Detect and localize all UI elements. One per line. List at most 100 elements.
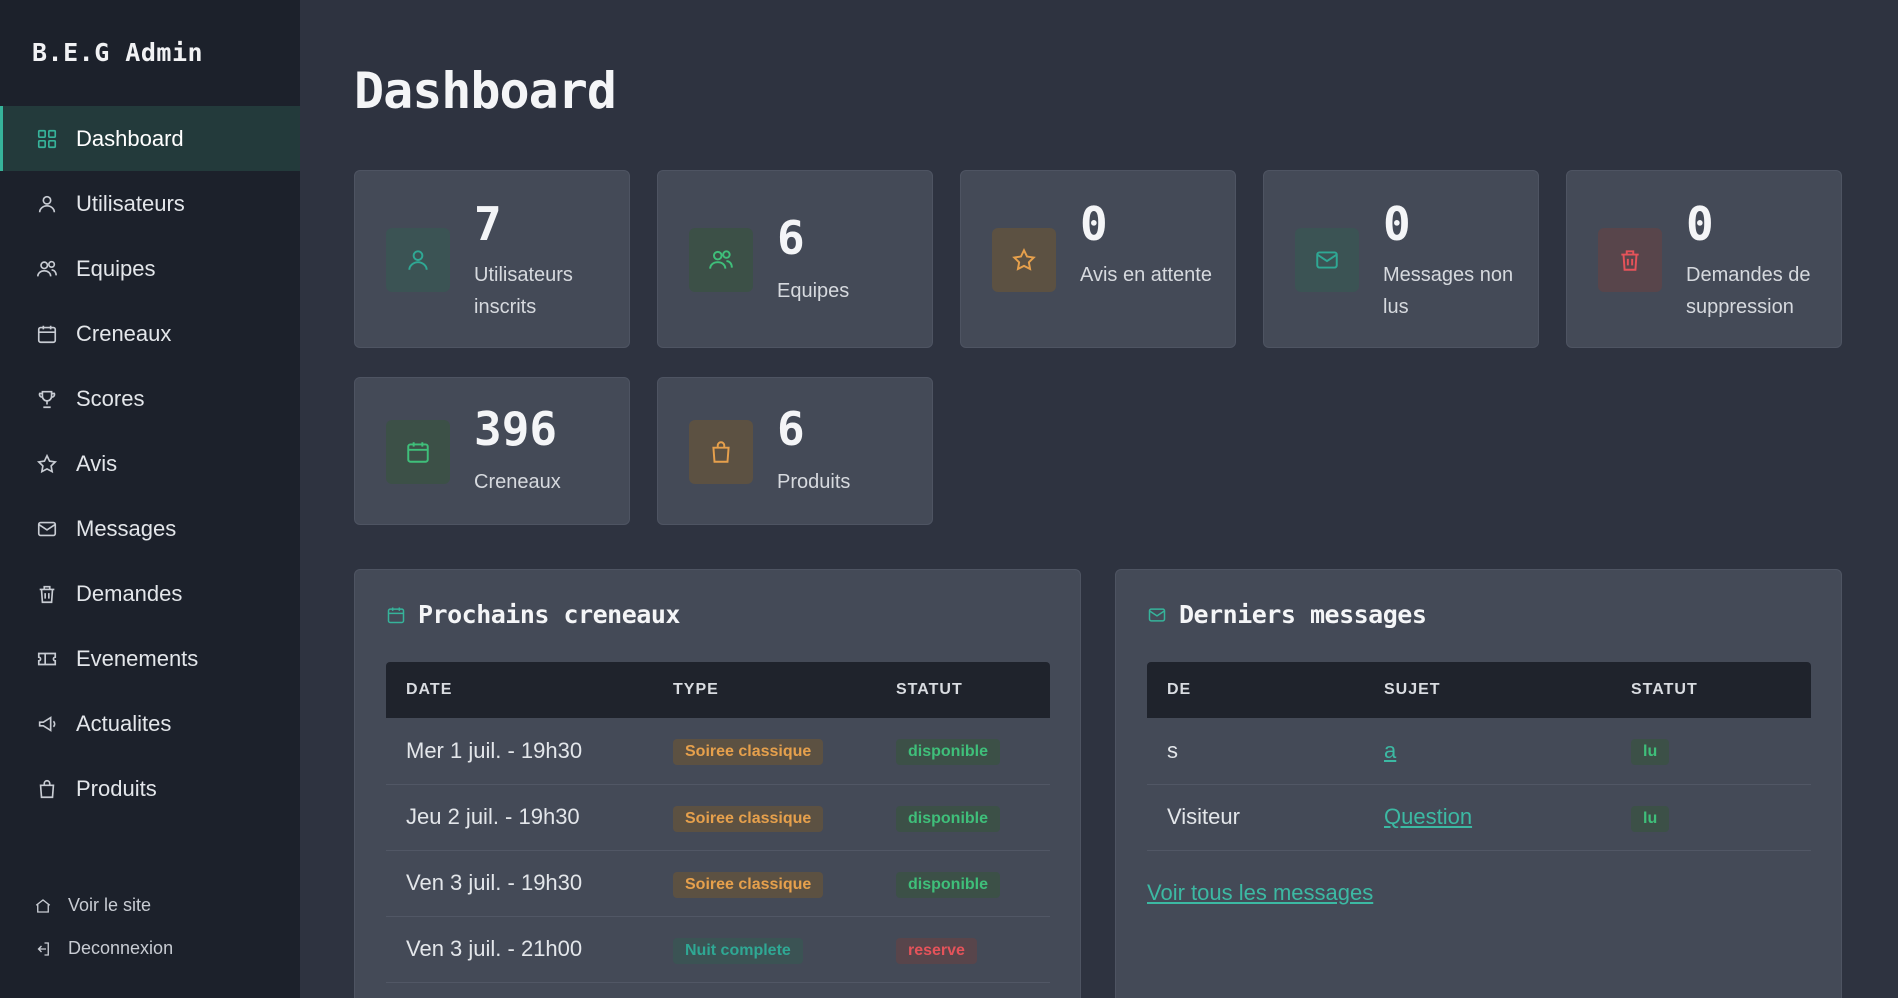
sidebar-item-label: Scores <box>76 385 145 411</box>
star-icon <box>992 228 1056 292</box>
sidebar-item-label: Messages <box>76 515 177 541</box>
sidebar-nav: Dashboard Utilisateurs Equipes Creneaux <box>0 106 300 821</box>
status-badge: reserve <box>896 937 977 964</box>
home-icon <box>34 897 52 915</box>
column-header-status[interactable]: STATUT <box>1611 662 1811 718</box>
column-header-from[interactable]: DE <box>1147 662 1364 718</box>
panel-header: Derniers messages <box>1147 600 1427 629</box>
type-badge: Soiree classique <box>673 739 824 766</box>
stat-card-products[interactable]: 6 Produits <box>657 377 933 525</box>
users-icon <box>36 258 58 280</box>
trash-icon <box>1598 228 1662 292</box>
view-site-link[interactable]: Voir le site <box>0 884 300 927</box>
stat-value: 6 <box>777 211 805 265</box>
logout-icon <box>34 940 52 958</box>
sidebar: B.E.G Admin Dashboard Utilisateurs Equip… <box>0 0 300 998</box>
stat-card-users[interactable]: 7 Utilisateurs inscrits <box>354 170 630 348</box>
type-badge: Soiree classique <box>673 871 824 898</box>
grid-icon <box>36 128 58 150</box>
sidebar-item-produits[interactable]: Produits <box>0 756 300 821</box>
sidebar-item-label: Equipes <box>76 255 156 281</box>
table-header-row: DATE TYPE STATUT <box>386 662 1050 718</box>
table-row[interactable]: Visiteur Question lu <box>1147 784 1811 851</box>
message-status-cell: lu <box>1611 718 1811 785</box>
upcoming-slots-panel: Prochains creneaux DATE TYPE STATUT Mer … <box>354 569 1081 998</box>
sidebar-item-messages[interactable]: Messages <box>0 496 300 561</box>
status-badge: lu <box>1631 805 1670 832</box>
trophy-icon <box>36 388 58 410</box>
sidebar-item-dashboard[interactable]: Dashboard <box>0 106 300 171</box>
sidebar-item-label: Creneaux <box>76 320 172 346</box>
sidebar-item-equipes[interactable]: Equipes <box>0 236 300 301</box>
slot-type-cell: Soiree classique <box>653 718 876 785</box>
table-row[interactable]: s a lu <box>1147 718 1811 785</box>
messages-table: DE SUJET STATUT s a lu Visiteur Question… <box>1147 662 1811 851</box>
stat-label: Messages non lus <box>1383 264 1514 318</box>
slot-status-cell: disponible <box>876 784 1050 851</box>
slot-date: Mer 1 juil. - 19h30 <box>386 718 653 785</box>
slot-status-cell: disponible <box>876 850 1050 917</box>
sidebar-item-avis[interactable]: Avis <box>0 431 300 496</box>
stat-card-slots[interactable]: 396 Creneaux <box>354 377 630 525</box>
sidebar-item-actualites[interactable]: Actualites <box>0 691 300 756</box>
slots-table: DATE TYPE STATUT Mer 1 juil. - 19h30 Soi… <box>386 662 1050 983</box>
status-badge: disponible <box>896 805 1000 832</box>
trash-icon <box>36 583 58 605</box>
column-header-type[interactable]: TYPE <box>653 662 876 718</box>
message-from: s <box>1147 718 1364 785</box>
type-badge: Nuit complete <box>673 937 803 964</box>
column-header-subject[interactable]: SUJET <box>1364 662 1611 718</box>
logout-link[interactable]: Deconnexion <box>0 927 300 970</box>
bag-icon <box>689 420 753 484</box>
stat-value: 0 <box>1686 197 1714 251</box>
mail-icon <box>36 518 58 540</box>
megaphone-icon <box>36 713 58 735</box>
main-content: Dashboard 7 Utilisateurs inscrits 6 Equi… <box>300 0 1898 998</box>
status-badge: disponible <box>896 871 1000 898</box>
stat-label: Equipes <box>777 280 850 302</box>
slot-type-cell: Soiree classique <box>653 784 876 851</box>
app-shell: B.E.G Admin Dashboard Utilisateurs Equip… <box>0 0 1898 998</box>
sidebar-item-label: Avis <box>76 450 118 476</box>
stat-card-messages[interactable]: 0 Messages non lus <box>1263 170 1539 348</box>
calendar-icon <box>36 323 58 345</box>
slot-status-cell: reserve <box>876 916 1050 983</box>
calendar-icon <box>386 420 450 484</box>
stat-label: Produits <box>777 471 851 493</box>
sidebar-item-scores[interactable]: Scores <box>0 366 300 431</box>
message-subject-link[interactable]: a <box>1384 738 1396 763</box>
column-header-status[interactable]: STATUT <box>876 662 1050 718</box>
sidebar-item-label: Dashboard <box>76 125 184 151</box>
table-row[interactable]: Ven 3 juil. - 19h30 Soiree classique dis… <box>386 850 1050 917</box>
panel-title: Prochains creneaux <box>418 600 680 629</box>
status-badge: disponible <box>896 739 1000 766</box>
sidebar-item-label: Utilisateurs <box>76 190 185 216</box>
sidebar-item-utilisateurs[interactable]: Utilisateurs <box>0 171 300 236</box>
sidebar-item-creneaux[interactable]: Creneaux <box>0 301 300 366</box>
table-row[interactable]: Jeu 2 juil. - 19h30 Soiree classique dis… <box>386 784 1050 851</box>
stat-value: 7 <box>474 197 502 251</box>
slot-date: Ven 3 juil. - 19h30 <box>386 850 653 917</box>
stat-card-teams[interactable]: 6 Equipes <box>657 170 933 348</box>
slot-type-cell: Nuit complete <box>653 916 876 983</box>
table-header-row: DE SUJET STATUT <box>1147 662 1811 718</box>
stat-card-deletion-requests[interactable]: 0 Demandes de suppression <box>1566 170 1842 348</box>
sidebar-item-label: Actualites <box>76 710 172 736</box>
view-site-label: Voir le site <box>68 895 152 915</box>
message-subject-cell: Question <box>1364 784 1611 851</box>
ticket-icon <box>36 648 58 670</box>
brand-logo: B.E.G Admin <box>32 38 204 67</box>
user-icon <box>36 193 58 215</box>
view-all-messages-link[interactable]: Voir tous les messages <box>1147 880 1373 906</box>
table-row[interactable]: Mer 1 juil. - 19h30 Soiree classique dis… <box>386 718 1050 785</box>
message-subject-link[interactable]: Question <box>1384 804 1472 829</box>
column-header-date[interactable]: DATE <box>386 662 653 718</box>
table-row[interactable]: Ven 3 juil. - 21h00 Nuit complete reserv… <box>386 916 1050 983</box>
sidebar-item-evenements[interactable]: Evenements <box>0 626 300 691</box>
stat-label: Avis en attente <box>1080 264 1212 286</box>
stat-value: 396 <box>474 402 558 456</box>
panel-header: Prochains creneaux <box>386 600 680 629</box>
sidebar-item-demandes[interactable]: Demandes <box>0 561 300 626</box>
message-subject-cell: a <box>1364 718 1611 785</box>
stat-card-reviews[interactable]: 0 Avis en attente <box>960 170 1236 348</box>
